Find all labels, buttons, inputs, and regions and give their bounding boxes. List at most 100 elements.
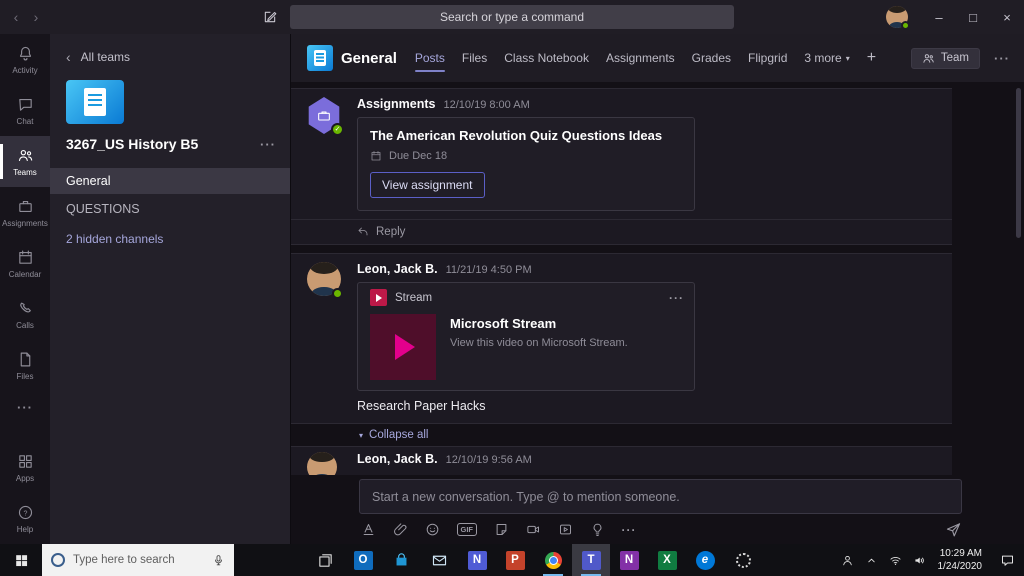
mic-icon[interactable] (212, 554, 225, 567)
card-more-options-icon[interactable]: ··· (669, 291, 684, 305)
post-timestamp: 12/10/19 8:00 AM (444, 99, 530, 111)
outlook-icon[interactable]: O (344, 544, 382, 576)
tab-files[interactable]: Files (462, 34, 487, 82)
windows-search-box[interactable] (42, 544, 234, 576)
rail-item-calls[interactable]: Calls (0, 289, 50, 340)
message-input-field[interactable] (372, 490, 949, 504)
maximize-button[interactable]: □ (956, 0, 990, 34)
caret-down-icon: ▾ (359, 431, 363, 440)
forward-icon[interactable]: › (26, 9, 46, 25)
collapse-all-link[interactable]: ▾ Collapse all (291, 424, 952, 446)
lightbulb-icon[interactable] (590, 522, 605, 537)
all-teams-back-link[interactable]: ‹ All teams (50, 44, 290, 70)
posts-feed[interactable]: ✓ Assignments 12/10/19 8:00 AM The Ameri… (291, 82, 1024, 475)
start-button[interactable] (0, 544, 42, 576)
powerpoint-icon[interactable]: P (496, 544, 534, 576)
tab-class-notebook[interactable]: Class Notebook (504, 34, 589, 82)
send-icon[interactable] (945, 521, 962, 538)
stream-card[interactable]: Stream ··· Microsoft Stream View this vi… (357, 282, 695, 391)
rail-item-apps[interactable]: Apps (0, 442, 50, 493)
stream-card-info: Microsoft Stream View this video on Micr… (450, 314, 628, 380)
rail-item-chat[interactable]: Chat (0, 85, 50, 136)
rail-more-icon[interactable]: ··· (0, 391, 50, 423)
mail-icon[interactable] (420, 544, 458, 576)
command-search-box[interactable]: Search or type a command (290, 5, 734, 29)
more-options-icon[interactable]: ··· (622, 523, 637, 537)
teams-taskbar-icon[interactable]: T (572, 544, 610, 576)
rail-item-teams[interactable]: Teams (0, 136, 50, 187)
taskbar-clock[interactable]: 10:29 AM 1/24/2020 (932, 547, 991, 573)
chrome-icon[interactable] (534, 544, 572, 576)
teams-people-icon (17, 147, 34, 164)
team-button[interactable]: Team (911, 48, 980, 69)
rail-item-help[interactable]: ? Help (0, 493, 50, 544)
rail-item-label: Files (17, 372, 34, 381)
channel-questions[interactable]: QUESTIONS (50, 196, 290, 222)
tab-more-tabs[interactable]: 3 more ▾ (804, 34, 849, 82)
stream-app-name: Stream (395, 292, 432, 304)
post-author: Assignments (357, 97, 436, 111)
attach-icon[interactable] (393, 522, 408, 537)
profile-avatar[interactable] (886, 6, 908, 28)
document-icon (84, 88, 106, 116)
video-thumbnail[interactable] (370, 314, 436, 380)
format-icon[interactable] (361, 522, 376, 537)
action-center-icon[interactable] (990, 553, 1024, 568)
stream-card-title: Microsoft Stream (450, 316, 628, 331)
wifi-icon[interactable] (884, 544, 908, 576)
new-chat-icon[interactable] (262, 0, 278, 34)
view-assignment-button[interactable]: View assignment (370, 172, 485, 198)
sticker-icon[interactable] (494, 522, 509, 537)
channel-title: General (341, 50, 397, 67)
emoji-icon[interactable] (425, 522, 440, 537)
reply-button[interactable]: Reply (291, 219, 952, 244)
more-options-icon[interactable]: ··· (994, 51, 1010, 66)
stream-card-body: Microsoft Stream View this video on Micr… (358, 306, 694, 390)
team-avatar[interactable] (66, 80, 124, 124)
people-icon[interactable] (836, 544, 860, 576)
windows-search-input[interactable] (73, 554, 204, 566)
store-icon[interactable] (382, 544, 420, 576)
onenote-2016-icon[interactable]: N (458, 544, 496, 576)
apps-grid-icon (17, 453, 34, 470)
team-sidebar: ‹ All teams 3267_US History B5 ··· Gener… (50, 34, 290, 544)
loading-spinner-icon[interactable] (724, 544, 762, 576)
meet-now-camera-icon[interactable] (526, 522, 541, 537)
tab-assignments[interactable]: Assignments (606, 34, 675, 82)
volume-icon[interactable] (908, 544, 932, 576)
message-input-box[interactable] (359, 479, 962, 514)
onenote-icon[interactable]: N (610, 544, 648, 576)
team-name: 3267_US History B5 (66, 136, 260, 152)
chevron-left-icon: ‹ (66, 49, 71, 65)
feed-scrollbar[interactable] (1016, 88, 1021, 454)
edge-icon[interactable]: e (686, 544, 724, 576)
rail-item-calendar[interactable]: Calendar (0, 238, 50, 289)
post-author: Leon, Jack B. (357, 452, 438, 466)
hidden-icons-chevron[interactable] (860, 544, 884, 576)
rail-item-files[interactable]: Files (0, 340, 50, 391)
task-view-button[interactable] (306, 544, 344, 576)
scrollbar-thumb[interactable] (1016, 88, 1021, 238)
stream-video-icon[interactable] (558, 522, 573, 537)
hidden-channels-link[interactable]: 2 hidden channels (50, 232, 290, 246)
tab-posts[interactable]: Posts (415, 34, 445, 82)
close-button[interactable]: × (990, 0, 1024, 34)
back-icon[interactable]: ‹ (6, 9, 26, 25)
gif-icon[interactable]: GIF (457, 523, 477, 536)
rail-item-label: Assignments (2, 219, 48, 228)
chat-icon (17, 96, 34, 113)
tab-flipgrid[interactable]: Flipgrid (748, 34, 787, 82)
rail-item-activity[interactable]: Activity (0, 34, 50, 85)
assignment-card[interactable]: The American Revolution Quiz Questions I… (357, 117, 695, 211)
team-options-icon[interactable]: ··· (260, 137, 276, 152)
message-column: Assignments 12/10/19 8:00 AM The America… (357, 97, 936, 211)
rail-item-label: Help (17, 525, 33, 534)
rail-item-assignments[interactable]: Assignments (0, 187, 50, 238)
windows-taskbar: O N P T N X e 10:29 AM 1/24/2020 (0, 544, 1024, 576)
minimize-button[interactable]: – (922, 0, 956, 34)
channel-general[interactable]: General (50, 168, 290, 194)
add-tab-button[interactable]: + (867, 34, 876, 82)
excel-icon[interactable]: X (648, 544, 686, 576)
stream-logo-icon (370, 289, 387, 306)
tab-grades[interactable]: Grades (692, 34, 731, 82)
